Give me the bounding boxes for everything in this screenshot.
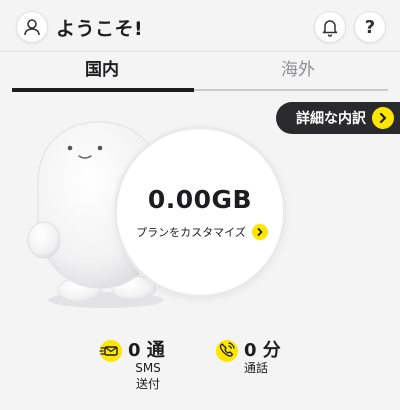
user-icon	[24, 19, 40, 36]
notifications-button[interactable]	[314, 11, 346, 43]
call-label: 通話	[244, 361, 269, 375]
detail-breakdown-button[interactable]: 詳細な内訳	[276, 102, 400, 134]
sms-label-line1: SMS	[135, 361, 161, 375]
detail-breakdown-label: 詳細な内訳	[296, 111, 366, 127]
sms-label-line2: 送付	[135, 377, 160, 391]
data-usage-circle: 0.00GB プランをカスタマイズ	[114, 126, 286, 298]
customize-plan-link[interactable]: プランをカスタマイズ	[129, 223, 275, 241]
help-button[interactable]: ?	[354, 11, 386, 43]
welcome-title: ようこそ!	[56, 18, 144, 40]
region-tabs: 国内 海外	[0, 52, 400, 92]
tab-overseas[interactable]: 海外	[208, 52, 388, 90]
data-usage-value: 0.00GB	[147, 185, 253, 214]
sms-icon	[99, 340, 122, 362]
help-icon: ?	[364, 16, 376, 38]
chevron-right-icon	[372, 107, 394, 129]
sms-label: SMS 送付	[128, 360, 168, 392]
tab-active-indicator	[12, 88, 194, 92]
sms-count: 0 通	[128, 340, 165, 361]
bell-icon	[322, 20, 338, 37]
tab-domestic[interactable]: 国内	[12, 52, 192, 90]
call-minutes: 0 分	[244, 340, 281, 361]
profile-button[interactable]	[16, 11, 48, 43]
sms-stat: 0 通 SMS 送付	[98, 336, 178, 396]
customize-plan-label: プランをカスタマイズ	[136, 226, 246, 239]
chevron-right-icon	[251, 224, 268, 240]
phone-icon	[216, 340, 238, 362]
app-header: ようこそ! ?	[0, 0, 400, 52]
call-stat: 0 分 通話	[214, 336, 294, 396]
